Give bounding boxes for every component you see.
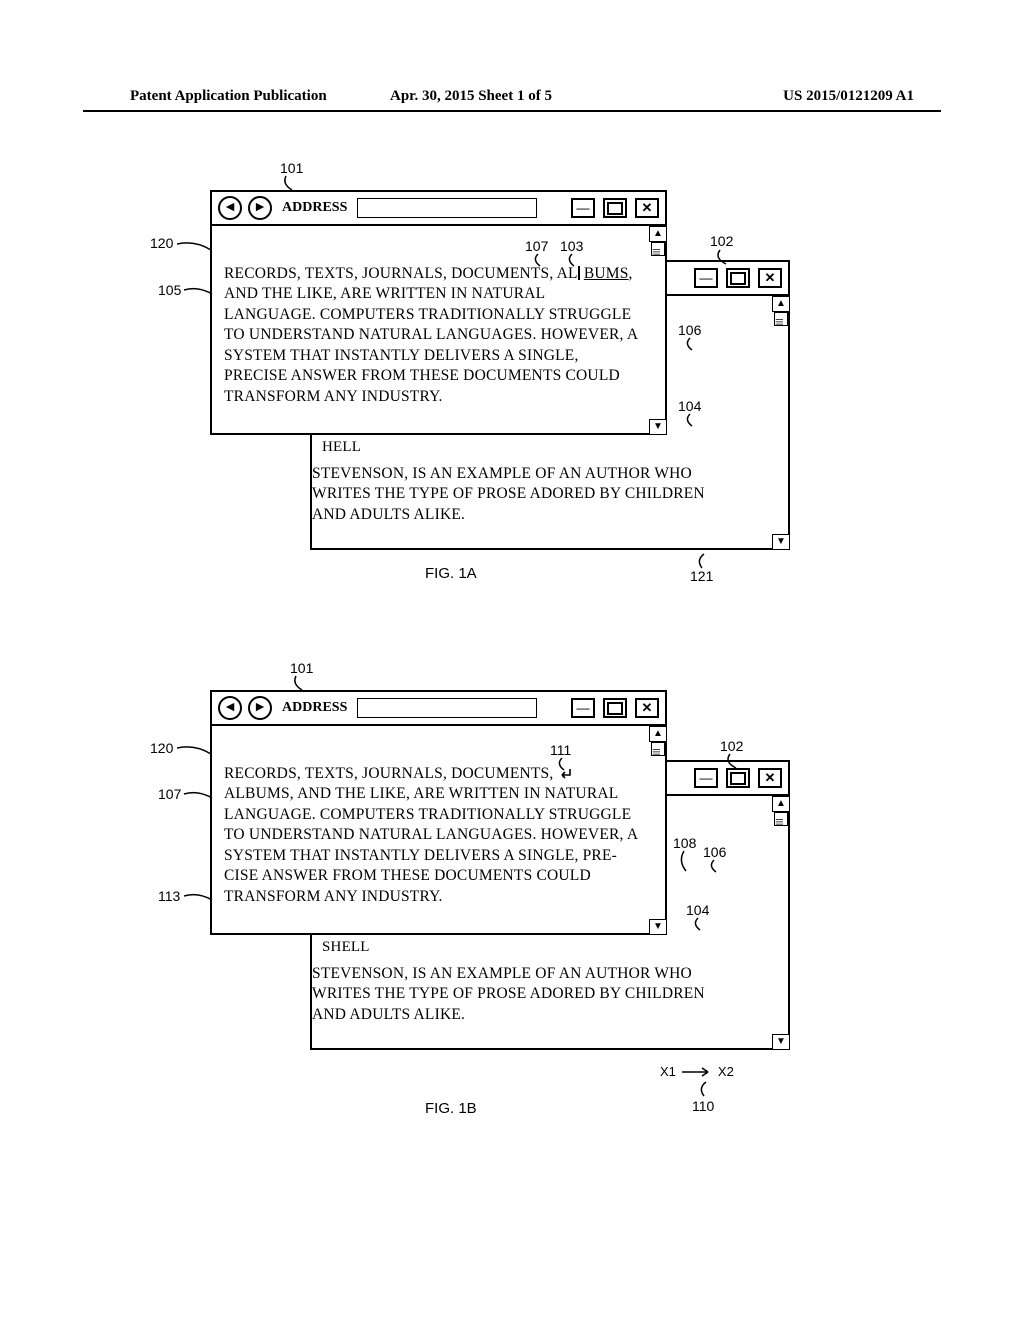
minimize-button[interactable]: —	[571, 698, 595, 718]
front-scrollbar[interactable]: ▲ ≡ ▼	[649, 726, 667, 935]
maximize-button[interactable]	[603, 698, 627, 718]
scroll-down-icon[interactable]: ▼	[772, 534, 790, 550]
close-button[interactable]: ✕	[635, 198, 659, 218]
close-button[interactable]: ✕	[758, 268, 782, 288]
maximize-button[interactable]	[726, 268, 750, 288]
header-left: Patent Application Publication	[130, 88, 327, 105]
scroll-thumb[interactable]: ≡	[651, 242, 665, 256]
scroll-up-icon[interactable]: ▲	[649, 726, 667, 742]
front-scrollbar[interactable]: ▲ ≡ ▼	[649, 226, 667, 435]
para-line1: RECORDS, TEXTS, JOURNALS, DOCUMENTS,	[224, 765, 553, 782]
main-paragraph: RECORDS, TEXTS, JOURNALS, DOCUMENTS, AL …	[224, 264, 639, 407]
para-rest: , AND THE LIKE, ARE WRITTEN IN NATURAL L…	[224, 265, 637, 405]
front-window: ◄ ► ADDRESS — ✕ RECORDS, TEXTS, JOURNALS…	[210, 690, 667, 935]
para-line2: ALBUMS, AND THE LIKE, ARE WRITTEN IN NAT…	[224, 785, 637, 863]
address-input[interactable]	[357, 698, 537, 718]
back-button[interactable]: ◄	[218, 696, 242, 720]
address-label: ADDRESS	[282, 200, 347, 216]
text-cursor-icon	[578, 266, 580, 280]
address-input[interactable]	[357, 198, 537, 218]
scroll-up-icon[interactable]: ▲	[649, 226, 667, 242]
forward-button[interactable]: ►	[248, 696, 272, 720]
small-word-hell: HELL	[322, 438, 361, 458]
figure-caption-1a: FIG. 1A	[425, 565, 477, 582]
scroll-down-icon[interactable]: ▼	[772, 1034, 790, 1050]
header-mid: Apr. 30, 2015 Sheet 1 of 5	[390, 88, 552, 105]
scroll-up-icon[interactable]: ▲	[772, 796, 790, 812]
header-rule	[83, 110, 941, 112]
front-window: ◄ ► ADDRESS — ✕ RECORDS, TEXTS, JOURNALS…	[210, 190, 667, 435]
back-button[interactable]: ◄	[218, 196, 242, 220]
minimize-button[interactable]: —	[694, 268, 718, 288]
close-button[interactable]: ✕	[758, 768, 782, 788]
scroll-up-icon[interactable]: ▲	[772, 296, 790, 312]
minimize-button[interactable]: —	[571, 198, 595, 218]
address-label: ADDRESS	[282, 700, 347, 716]
front-window-body: RECORDS, TEXTS, JOURNALS, DOCUMENTS, ALB…	[212, 726, 665, 935]
ref-120: 120	[150, 235, 173, 251]
ref-105: 105	[158, 282, 181, 298]
ref-113: 113	[158, 888, 180, 904]
maximize-button[interactable]	[603, 198, 627, 218]
axis-indicator: X1 X2	[660, 1064, 734, 1079]
main-paragraph: RECORDS, TEXTS, JOURNALS, DOCUMENTS, ALB…	[224, 764, 639, 907]
ref-107: 107	[158, 786, 181, 802]
ref-110: 110	[692, 1098, 714, 1114]
front-window-body: RECORDS, TEXTS, JOURNALS, DOCUMENTS, AL …	[212, 226, 665, 435]
scroll-down-icon[interactable]: ▼	[649, 419, 667, 435]
underlined-fragment: BUMS	[584, 265, 629, 282]
header-right: US 2015/0121209 A1	[783, 88, 914, 105]
front-window-titlebar: ◄ ► ADDRESS — ✕	[212, 192, 665, 226]
page-header: Patent Application Publication Apr. 30, …	[0, 88, 1024, 105]
para-line3: CISE ANSWER FROM THESE DOCUMENTS COULD T…	[224, 867, 591, 904]
ref-102: 102	[710, 233, 733, 249]
figure-caption-1b: FIG. 1B	[425, 1100, 477, 1117]
forward-button[interactable]: ►	[248, 196, 272, 220]
ref-120: 120	[150, 740, 173, 756]
close-button[interactable]: ✕	[635, 698, 659, 718]
scroll-thumb[interactable]: ≡	[651, 742, 665, 756]
axis-x1: X1	[660, 1064, 676, 1079]
back-text: STEVENSON, IS AN EXAMPLE OF AN AUTHOR WH…	[312, 964, 742, 1025]
minimize-button[interactable]: —	[694, 768, 718, 788]
scroll-thumb[interactable]: ≡	[774, 812, 788, 826]
back-scrollbar[interactable]: ▲ ≡ ▼	[772, 796, 790, 1050]
scroll-thumb[interactable]: ≡	[774, 312, 788, 326]
axis-x2: X2	[718, 1064, 734, 1079]
back-text: STEVENSON, IS AN EXAMPLE OF AN AUTHOR WH…	[312, 464, 742, 525]
small-word-shell: SHELL	[322, 938, 370, 958]
scroll-down-icon[interactable]: ▼	[649, 919, 667, 935]
back-scrollbar[interactable]: ▲ ≡ ▼	[772, 296, 790, 550]
para-line1: RECORDS, TEXTS, JOURNALS, DOCUMENTS, AL	[224, 265, 578, 282]
front-window-titlebar: ◄ ► ADDRESS — ✕	[212, 692, 665, 726]
ref-121: 121	[690, 568, 713, 584]
